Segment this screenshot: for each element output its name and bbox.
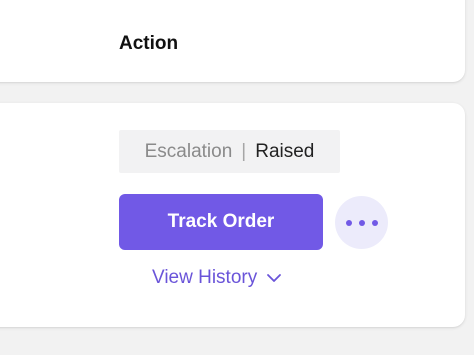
view-history-label: View History: [152, 267, 258, 288]
action-header-card: Action: [0, 0, 465, 82]
more-horizontal-icon: [345, 219, 379, 227]
chevron-down-icon: [266, 267, 282, 289]
status-label: Escalation: [144, 140, 233, 162]
status-separator: |: [241, 140, 247, 162]
status-value: Raised: [255, 140, 315, 162]
view-history-link[interactable]: View History: [152, 267, 282, 289]
status-badge: Escalation | Raised: [119, 130, 340, 173]
column-title: Action: [119, 33, 179, 54]
action-body-card: Escalation | Raised Track Order View His…: [0, 103, 465, 327]
more-options-button[interactable]: [335, 196, 388, 249]
track-order-button[interactable]: Track Order: [119, 194, 323, 250]
